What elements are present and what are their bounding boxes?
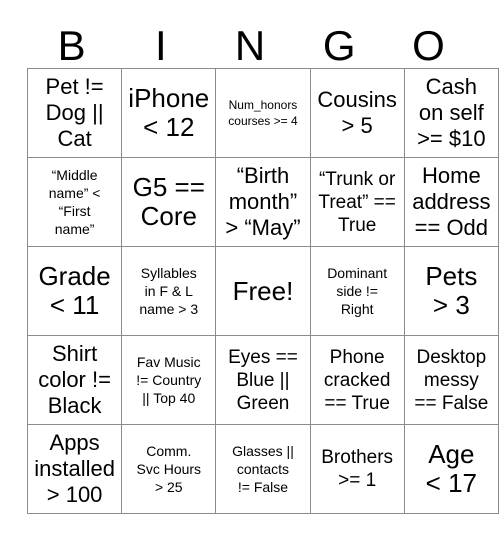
bingo-cell-label: Comm. Svc Hours > 25 (136, 443, 202, 495)
bingo-cell-label: G5 == Core (132, 172, 205, 231)
bingo-cell-label: Eyes == Blue || Green (228, 346, 298, 414)
bingo-cell[interactable]: Eyes == Blue || Green (215, 335, 311, 425)
bingo-cell-free[interactable]: Free! (215, 246, 311, 336)
bingo-cell[interactable]: Fav Music != Country || Top 40 (121, 335, 217, 425)
bingo-cell[interactable]: “Trunk or Treat” == True (309, 157, 405, 247)
bingo-cell-label: Home address == Odd (412, 163, 491, 240)
bingo-cell-label: Brothers >= 1 (321, 447, 394, 491)
bingo-row: Pet != Dog || Cat iPhone < 12 Num_honors… (26, 68, 499, 158)
bingo-cell[interactable]: Home address == Odd (403, 157, 499, 247)
bingo-row: Apps installed > 100 Comm. Svc Hours > 2… (26, 424, 499, 514)
bingo-cell[interactable]: Glasses || contacts != False (215, 424, 311, 514)
bingo-cell-label: Glasses || contacts != False (232, 443, 294, 495)
bingo-cell-label: “Birth month” > “May” (225, 163, 301, 240)
bingo-cell-label: Phone cracked == True (323, 346, 391, 414)
bingo-cell[interactable]: Grade < 11 (26, 246, 123, 336)
bingo-cell-label: “Trunk or Treat” == True (318, 168, 396, 236)
bingo-row: “Middle name” < “First name” G5 == Core … (26, 157, 499, 247)
bingo-cell[interactable]: Dominant side != Right (309, 246, 405, 336)
bingo-cell[interactable]: “Birth month” > “May” (215, 157, 311, 247)
bingo-cell-label: Pet != Dog || Cat (45, 74, 104, 151)
bingo-cell[interactable]: Brothers >= 1 (309, 424, 405, 514)
bingo-cell-label: Fav Music != Country || Top 40 (136, 354, 202, 406)
bingo-free-space-label: Free! (232, 275, 294, 306)
bingo-cell[interactable]: Desktop messy == False (403, 335, 499, 425)
bingo-cell[interactable]: Pet != Dog || Cat (26, 68, 123, 158)
bingo-cell[interactable]: Pets > 3 (403, 246, 499, 336)
bingo-cell[interactable]: Cash on self >= $10 (403, 68, 499, 158)
bingo-header-letter-o: O (412, 22, 445, 69)
bingo-cell-label: Shirt color != Black (38, 341, 111, 418)
bingo-row: Shirt color != Black Fav Music != Countr… (26, 335, 499, 425)
bingo-cell[interactable]: Syllables in F & L name > 3 (121, 246, 217, 336)
bingo-header-row: B I N G O (27, 12, 473, 68)
bingo-row: Grade < 11 Syllables in F & L name > 3 F… (26, 246, 499, 336)
bingo-cell[interactable]: Shirt color != Black (26, 335, 123, 425)
bingo-header-letter-n: N (234, 22, 266, 69)
bingo-cell[interactable]: Cousins > 5 (309, 68, 405, 158)
bingo-cell[interactable]: Phone cracked == True (309, 335, 405, 425)
bingo-cell-label: “Middle name” < “First name” (48, 167, 101, 237)
bingo-cell-label: Desktop messy == False (414, 346, 489, 414)
bingo-cell-label: Pets > 3 (425, 261, 478, 320)
bingo-cell[interactable]: Apps installed > 100 (26, 424, 123, 514)
bingo-grid: Pet != Dog || Cat iPhone < 12 Num_honors… (26, 68, 499, 514)
bingo-cell[interactable]: Num_honors courses >= 4 (215, 68, 311, 158)
bingo-cell-label: Cousins > 5 (317, 87, 397, 138)
bingo-cell-label: Num_honors courses >= 4 (228, 98, 298, 128)
bingo-card: B I N G O Pet != Dog || Cat iPhone < 12 … (26, 12, 499, 514)
bingo-cell[interactable]: iPhone < 12 (121, 68, 217, 158)
bingo-cell[interactable]: G5 == Core (121, 157, 217, 247)
bingo-cell-label: iPhone < 12 (128, 83, 210, 142)
bingo-cell-label: Syllables in F & L name > 3 (139, 265, 199, 317)
bingo-cell[interactable]: “Middle name” < “First name” (26, 157, 123, 247)
bingo-cell-label: Grade < 11 (38, 261, 111, 320)
bingo-header-letter-g: G (322, 22, 356, 69)
bingo-cell-label: Dominant side != Right (327, 265, 388, 317)
bingo-cell-label: Cash on self >= $10 (417, 74, 486, 151)
bingo-header-letter-i: I (154, 22, 167, 69)
bingo-cell[interactable]: Comm. Svc Hours > 25 (121, 424, 217, 514)
bingo-cell-label: Age < 17 (425, 439, 477, 498)
bingo-cell-label: Apps installed > 100 (34, 430, 115, 507)
bingo-cell[interactable]: Age < 17 (403, 424, 499, 514)
bingo-header-letter-b: B (57, 22, 86, 69)
